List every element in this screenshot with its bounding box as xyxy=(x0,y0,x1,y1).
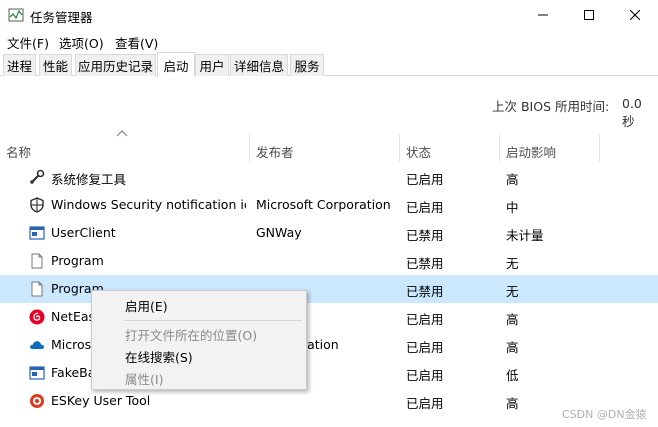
menu-file[interactable]: 文件(F) xyxy=(7,33,49,52)
startup-publisher: Microsoft Corporation xyxy=(256,197,391,212)
bios-time-value: 0.0 秒 xyxy=(622,96,642,129)
menu-view[interactable]: 查看(V) xyxy=(115,33,158,52)
context-menu-search-online[interactable]: 在线搜索(S) xyxy=(125,347,193,366)
tab-users[interactable]: 用户 xyxy=(195,54,229,76)
startup-status: 已启用 xyxy=(406,396,444,411)
cloud-icon xyxy=(30,341,45,349)
table-row[interactable]: 系统修复工具 已启用 高 xyxy=(0,163,658,191)
startup-impact: 中 xyxy=(506,200,519,215)
startup-name: Windows Security notification ic... xyxy=(51,197,246,212)
startup-status: 已启用 xyxy=(406,200,444,215)
tab-performance[interactable]: 性能 xyxy=(39,54,72,76)
table-row[interactable]: UserClient GNWay 已禁用 未计量 xyxy=(0,219,658,247)
startup-status: 已启用 xyxy=(406,368,444,383)
window-title: 任务管理器 xyxy=(30,10,93,25)
maximize-icon xyxy=(584,10,594,20)
table-row[interactable]: ESKey User Tool 已启用 高 xyxy=(0,387,658,415)
menu-options[interactable]: 选项(O) xyxy=(59,33,104,52)
context-menu-properties[interactable]: 属性(I) xyxy=(125,369,163,388)
tab-details[interactable]: 详细信息 xyxy=(230,54,288,76)
shield-icon xyxy=(30,197,44,213)
column-header-status[interactable]: 状态 xyxy=(400,134,500,162)
table-row[interactable]: Program 已禁用 无 xyxy=(0,247,658,275)
title-bar: 任务管理器 xyxy=(0,0,658,30)
column-header-publisher[interactable]: 发布者 xyxy=(250,134,400,162)
startup-impact: 高 xyxy=(506,172,519,187)
netease-music-icon xyxy=(29,309,45,325)
menu-bar: 文件(F) 选项(O) 查看(V) xyxy=(0,30,658,52)
context-menu: 启用(E) 打开文件所在的位置(O) 在线搜索(S) 属性(I) xyxy=(91,290,307,390)
startup-impact: 无 xyxy=(506,284,519,299)
startup-name: UserClient xyxy=(51,225,116,240)
column-header-name[interactable]: 名称 xyxy=(0,134,250,162)
startup-impact: 高 xyxy=(506,396,519,411)
file-icon xyxy=(31,253,43,269)
context-menu-separator xyxy=(124,320,302,321)
startup-name: ESKey User Tool xyxy=(51,393,151,408)
startup-status: 已启用 xyxy=(406,312,444,327)
startup-impact: 高 xyxy=(506,312,519,327)
startup-name: Program xyxy=(51,253,104,268)
column-header-impact[interactable]: 启动影响 xyxy=(500,134,600,162)
tab-strip: 进程 性能 应用历史记录 启动 用户 详细信息 服务 xyxy=(0,52,658,77)
task-manager-icon xyxy=(8,8,24,22)
startup-status: 已禁用 xyxy=(406,228,444,243)
startup-name: 系统修复工具 xyxy=(51,172,127,187)
repair-tool-icon xyxy=(30,169,45,184)
tab-app-history[interactable]: 应用历史记录 xyxy=(75,54,156,76)
startup-status: 已禁用 xyxy=(406,256,444,271)
minimize-button[interactable] xyxy=(520,0,566,30)
watermark: CSDN @DN金猿 xyxy=(562,408,647,421)
context-menu-open-file-location[interactable]: 打开文件所在的位置(O) xyxy=(125,325,257,344)
tab-processes[interactable]: 进程 xyxy=(3,54,36,76)
tab-services[interactable]: 服务 xyxy=(290,54,324,76)
startup-impact: 无 xyxy=(506,256,519,271)
table-row[interactable]: Windows Security notification ic... Micr… xyxy=(0,191,658,219)
close-button[interactable] xyxy=(612,0,658,30)
context-menu-enable[interactable]: 启用(E) xyxy=(125,296,168,315)
column-header-row: 名称 发布者 状态 启动影响 xyxy=(0,134,658,162)
bios-time-label: 上次 BIOS 所用时间: xyxy=(492,99,610,114)
eskey-icon xyxy=(30,394,44,408)
startup-publisher: GNWay xyxy=(256,225,302,240)
startup-status: 已禁用 xyxy=(406,284,444,299)
maximize-button[interactable] xyxy=(566,0,612,30)
startup-impact: 低 xyxy=(506,368,519,383)
startup-impact: 未计量 xyxy=(506,228,544,243)
minimize-icon xyxy=(538,14,548,16)
tab-startup[interactable]: 启动 xyxy=(157,52,195,77)
startup-status: 已启用 xyxy=(406,172,444,187)
file-icon xyxy=(31,281,43,297)
close-icon xyxy=(630,10,640,20)
startup-impact: 高 xyxy=(506,340,519,355)
app-window-icon xyxy=(29,226,45,240)
app-window-icon xyxy=(29,366,45,380)
startup-status: 已启用 xyxy=(406,340,444,355)
